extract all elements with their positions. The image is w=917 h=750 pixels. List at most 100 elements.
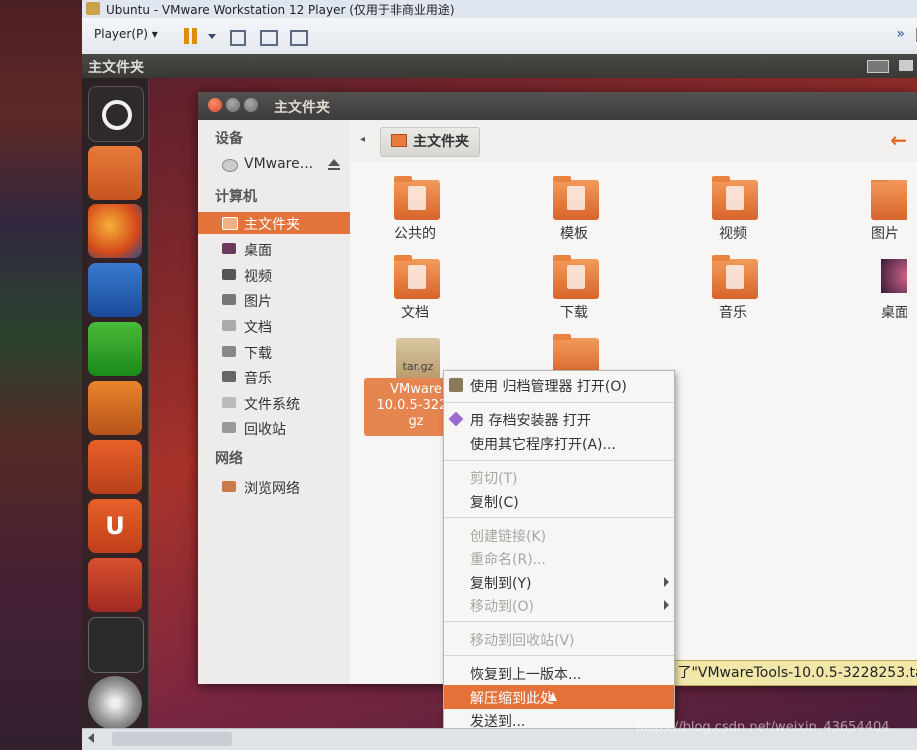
file-manager-titlebar[interactable]: 主文件夹 [198, 92, 917, 120]
back-arrow-icon[interactable]: ← [890, 128, 907, 152]
folder-documents[interactable]: 文档 [360, 255, 470, 329]
menu-item-rename[interactable]: 重命名(R)... [444, 546, 674, 570]
submenu-arrow-icon [664, 577, 669, 587]
sidebar-item-pictures[interactable]: 图片 [198, 289, 350, 311]
libreoffice-writer-icon[interactable] [88, 263, 142, 317]
panel-app-title: 主文件夹 [88, 60, 144, 76]
status-tooltip: 了"VMwareTools-10.0.5-3228253.tar. [672, 660, 917, 686]
devices-header: 设备 [215, 131, 243, 147]
menu-item-restore-version[interactable]: 恢复到上一版本... [444, 661, 674, 685]
unity-launcher: U [82, 78, 149, 730]
sidebar-item-vmware-disc[interactable]: VMware... [198, 154, 350, 176]
pause-icon[interactable] [182, 27, 200, 45]
menu-separator [444, 655, 674, 656]
menu-item-copy[interactable]: 复制(C) [444, 489, 674, 513]
network-adapter-icon[interactable] [230, 30, 246, 46]
libreoffice-calc-icon[interactable] [88, 322, 142, 376]
home-folder-icon [222, 217, 238, 230]
double-chevron-right-icon[interactable]: »✕ [896, 26, 917, 42]
folder-desktop[interactable]: 桌面 [837, 259, 907, 329]
folder-icon [712, 176, 758, 220]
minimize-icon[interactable] [226, 98, 240, 112]
context-menu: 使用 归档管理器 打开(O) 用 存档安装器 打开 使用其它程序打开(A)...… [443, 370, 675, 732]
sidebar-item-home[interactable]: 主文件夹 [198, 212, 350, 234]
folder-downloads[interactable]: 下载 [519, 255, 629, 329]
folder-public[interactable]: 公共的 [360, 176, 470, 250]
eject-icon[interactable] [328, 159, 340, 170]
menu-item-copy-to[interactable]: 复制到(Y) [444, 570, 674, 594]
video-icon [222, 269, 236, 280]
firefox-icon[interactable] [88, 204, 142, 258]
sidebar-item-label: 文件系统 [244, 397, 300, 413]
fit-window-icon[interactable] [260, 30, 278, 46]
chevron-left-icon[interactable]: ◂ [360, 134, 365, 145]
file-name: 文档 [401, 305, 429, 321]
trash-icon [222, 422, 236, 433]
close-icon[interactable] [208, 98, 222, 112]
menu-item-move-to-trash[interactable]: 移动到回收站(V) [444, 627, 674, 651]
unity-mode-icon[interactable] [290, 30, 308, 46]
workspace-switcher-icon[interactable] [88, 617, 144, 673]
menu-item-label: 重命名(R)... [470, 552, 547, 568]
music-emblem-icon [726, 265, 744, 289]
menu-item-label: 剪切(T) [470, 471, 518, 487]
menu-separator [444, 621, 674, 622]
download-icon [222, 346, 236, 357]
sidebar-item-browse-network[interactable]: 浏览网络 [198, 476, 350, 498]
host-desktop-edge [0, 0, 82, 749]
menu-item-open-archive-manager[interactable]: 使用 归档管理器 打开(O) [444, 373, 674, 397]
tooltip-text: 了"VMwareTools-10.0.5-3228253.tar. [677, 665, 917, 681]
vmware-window-title: Ubuntu - VMware Workstation 12 Player (仅… [106, 3, 455, 17]
system-settings-icon[interactable] [88, 558, 142, 612]
menu-item-open-installer[interactable]: 用 存档安装器 打开 [444, 407, 674, 431]
folder-icon [553, 176, 599, 220]
document-icon [222, 320, 236, 331]
folder-music[interactable]: 音乐 [678, 255, 788, 329]
menu-item-cut[interactable]: 剪切(T) [444, 465, 674, 489]
sidebar-item-trash[interactable]: 回收站 [198, 417, 350, 439]
menu-item-make-link[interactable]: 创建链接(K) [444, 523, 674, 547]
ubuntu-one-icon[interactable]: U [88, 499, 142, 553]
vmware-titlebar: Ubuntu - VMware Workstation 12 Player (仅… [82, 0, 917, 19]
sidebar-item-documents[interactable]: 文档 [198, 315, 350, 337]
sidebar-item-desktop[interactable]: 桌面 [198, 238, 350, 260]
sidebar-item-music[interactable]: 音乐 [198, 366, 350, 388]
home-folder-launcher-icon[interactable] [88, 146, 142, 200]
sidebar-item-label: 主文件夹 [244, 217, 300, 233]
disc-icon [222, 159, 238, 172]
sidebar-item-label: 视频 [244, 269, 272, 285]
places-sidebar: 设备 VMware... 计算机 主文件夹 桌面 视频 图片 文档 下载 音乐 … [198, 120, 351, 684]
keyboard-icon[interactable] [867, 60, 889, 73]
folder-icon [394, 255, 440, 299]
mail-icon[interactable] [899, 60, 913, 71]
scrollbar-thumb[interactable] [112, 732, 232, 746]
picture-icon [222, 294, 236, 305]
software-center-icon[interactable] [88, 440, 142, 494]
computer-header: 计算机 [215, 189, 257, 205]
menu-item-extract-here[interactable]: 解压缩到此处 [444, 685, 674, 709]
menu-item-open-other[interactable]: 使用其它程序打开(A)... [444, 431, 674, 455]
sidebar-item-filesystem[interactable]: 文件系统 [198, 392, 350, 414]
libreoffice-impress-icon[interactable] [88, 381, 142, 435]
folder-videos[interactable]: 视频 [678, 176, 788, 250]
folder-icon [553, 255, 599, 299]
file-name: 公共的 [394, 226, 436, 242]
folder-pictures[interactable]: 图片 [837, 180, 907, 250]
menu-separator [444, 402, 674, 403]
sidebar-item-videos[interactable]: 视频 [198, 264, 350, 286]
submenu-arrow-icon [664, 600, 669, 610]
chevron-down-icon[interactable] [208, 34, 216, 39]
menu-item-move-to[interactable]: 移动到(O) [444, 593, 674, 617]
maximize-icon[interactable] [244, 98, 258, 112]
mouse-cursor-icon [549, 692, 557, 701]
dash-home-icon[interactable] [88, 86, 144, 142]
menu-item-label: 使用其它程序打开(A)... [470, 437, 616, 453]
menu-item-label: 复制到(Y) [470, 576, 532, 592]
ubuntu-top-panel: 主文件夹 [82, 54, 917, 78]
dvd-icon[interactable] [88, 676, 142, 730]
player-menu[interactable]: Player(P) ▾ [94, 27, 158, 41]
folder-templates[interactable]: 模板 [519, 176, 629, 250]
breadcrumb-home[interactable]: 主文件夹 [380, 127, 480, 157]
scroll-left-icon[interactable] [88, 733, 94, 743]
sidebar-item-downloads[interactable]: 下载 [198, 341, 350, 363]
